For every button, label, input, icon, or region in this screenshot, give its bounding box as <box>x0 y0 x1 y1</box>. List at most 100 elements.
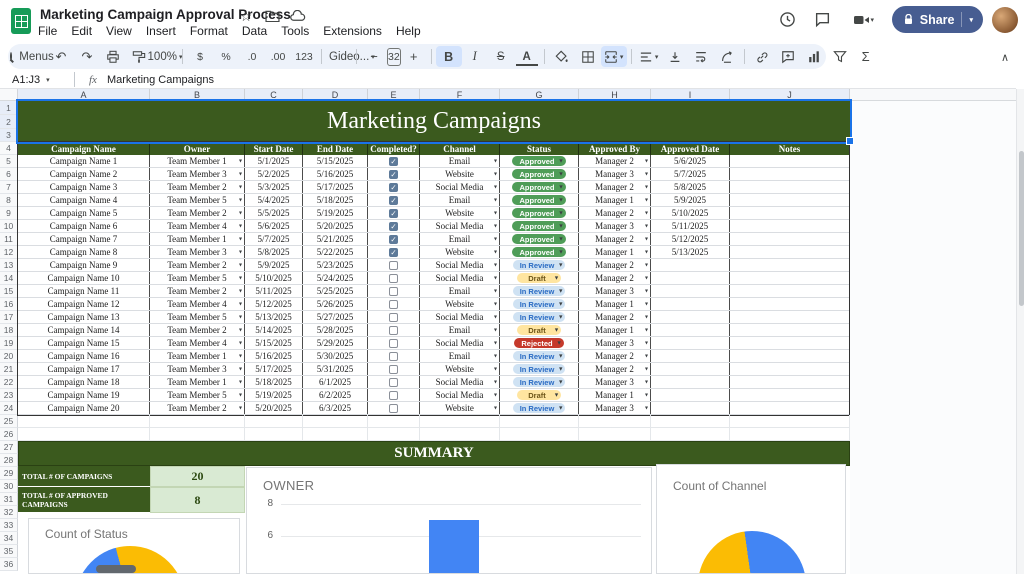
approved-date-cell[interactable]: 5/9/2025 <box>651 194 730 206</box>
menu-help[interactable]: Help <box>389 23 428 39</box>
completed-checkbox-cell[interactable]: ✓ <box>368 181 420 193</box>
total-campaigns-value-cell[interactable]: 20 <box>150 466 245 487</box>
start-date-cell[interactable]: 5/7/2025 <box>245 233 303 245</box>
status-chip[interactable]: Draft ▾ <box>517 325 561 335</box>
campaign-name-cell[interactable]: Campaign Name 7 <box>18 233 150 245</box>
start-date-cell[interactable]: 5/15/2025 <box>245 337 303 349</box>
owner-bar-chart-panel[interactable]: OWNER 8 6 <box>246 467 652 574</box>
menu-data[interactable]: Data <box>235 23 274 39</box>
vertical-scrollbar-thumb[interactable] <box>1018 151 1024 306</box>
completed-checkbox-cell[interactable]: ✓ <box>368 207 420 219</box>
empty-row[interactable] <box>18 428 850 441</box>
notes-cell[interactable] <box>730 285 850 297</box>
star-icon[interactable]: ☆ <box>238 8 254 24</box>
approved-by-dropdown-cell[interactable]: Manager 1 ▾ <box>579 324 651 336</box>
channel-dropdown-cell[interactable]: Email ▾ <box>420 155 500 167</box>
owner-dropdown-cell[interactable]: Team Member 2 ▾ <box>150 324 245 336</box>
channel-dropdown-cell[interactable]: Email ▾ <box>420 194 500 206</box>
approved-by-dropdown-cell[interactable]: Manager 2 ▾ <box>579 233 651 245</box>
hide-menus-button[interactable]: ∧ <box>994 46 1016 68</box>
channel-dropdown-cell[interactable]: Social Media ▾ <box>420 220 500 232</box>
start-date-cell[interactable]: 5/5/2025 <box>245 207 303 219</box>
completed-checkbox-cell[interactable] <box>368 363 420 375</box>
insert-comment-button[interactable] <box>775 46 801 67</box>
owner-dropdown-cell[interactable]: Team Member 1 ▾ <box>150 233 245 245</box>
owner-dropdown-cell[interactable]: Team Member 1 ▾ <box>150 350 245 362</box>
owner-dropdown-cell[interactable]: Team Member 1 ▾ <box>150 155 245 167</box>
start-date-cell[interactable]: 5/12/2025 <box>245 298 303 310</box>
campaign-name-cell[interactable]: Campaign Name 8 <box>18 246 150 258</box>
completed-checkbox[interactable]: ✓ <box>389 182 398 192</box>
row-header-10[interactable]: 10 <box>0 220 18 233</box>
completed-checkbox[interactable] <box>389 299 398 309</box>
notes-cell[interactable] <box>730 259 850 271</box>
status-chip[interactable]: Rejected ▾ <box>514 338 564 348</box>
approved-date-cell[interactable] <box>651 259 730 271</box>
column-header-D[interactable]: D <box>303 89 368 101</box>
status-chip-cell[interactable]: Draft ▾ <box>500 389 579 401</box>
start-date-cell[interactable]: 5/8/2025 <box>245 246 303 258</box>
text-rotation-button[interactable] <box>714 46 740 67</box>
meet-presentation-button[interactable]: ▾ <box>845 7 883 33</box>
owner-dropdown-cell[interactable]: Team Member 3 ▾ <box>150 363 245 375</box>
channel-dropdown-cell[interactable]: Social Media ▾ <box>420 311 500 323</box>
row-header-1[interactable]: 1 <box>0 101 18 115</box>
status-chip-cell[interactable]: In Review ▾ <box>500 285 579 297</box>
campaign-name-cell[interactable]: Campaign Name 15 <box>18 337 150 349</box>
strikethrough-button[interactable]: S <box>488 46 514 67</box>
row-header-20[interactable]: 20 <box>0 350 18 363</box>
text-color-button[interactable]: A <box>514 46 540 67</box>
completed-checkbox[interactable]: ✓ <box>389 234 398 244</box>
fill-color-button[interactable] <box>549 46 575 67</box>
row-header-7[interactable]: 7 <box>0 181 18 194</box>
decrease-decimal-button[interactable]: .0 <box>239 46 265 67</box>
row-header-33[interactable]: 33 <box>0 519 18 532</box>
row-header-36[interactable]: 36 <box>0 558 18 571</box>
more-formats-button[interactable]: 123 <box>291 46 317 67</box>
status-chip[interactable]: Approved ▾ <box>512 247 566 257</box>
redo-button[interactable]: ↷ <box>74 46 100 67</box>
owner-dropdown-cell[interactable]: Team Member 3 ▾ <box>150 246 245 258</box>
row-header-13[interactable]: 13 <box>0 259 18 272</box>
column-header-A[interactable]: A <box>18 89 150 101</box>
completed-checkbox[interactable] <box>389 312 398 322</box>
approved-date-cell[interactable] <box>651 350 730 362</box>
column-header-I[interactable]: I <box>651 89 730 101</box>
menu-view[interactable]: View <box>99 23 139 39</box>
approved-by-dropdown-cell[interactable]: Manager 2 ▾ <box>579 207 651 219</box>
row-header-16[interactable]: 16 <box>0 298 18 311</box>
account-avatar[interactable] <box>992 6 1018 33</box>
end-date-cell[interactable]: 6/3/2025 <box>303 402 368 414</box>
menu-edit[interactable]: Edit <box>64 23 99 39</box>
approved-by-dropdown-cell[interactable]: Manager 1 ▾ <box>579 194 651 206</box>
notes-cell[interactable] <box>730 155 850 167</box>
row-header-9[interactable]: 9 <box>0 207 18 220</box>
campaign-name-cell[interactable]: Campaign Name 19 <box>18 389 150 401</box>
row-header-23[interactable]: 23 <box>0 389 18 402</box>
start-date-cell[interactable]: 5/18/2025 <box>245 376 303 388</box>
end-date-cell[interactable]: 5/16/2025 <box>303 168 368 180</box>
notes-cell[interactable] <box>730 298 850 310</box>
status-chip-cell[interactable]: In Review ▾ <box>500 376 579 388</box>
status-chip-cell[interactable]: In Review ▾ <box>500 259 579 271</box>
notes-cell[interactable] <box>730 363 850 375</box>
completed-checkbox[interactable] <box>389 338 398 348</box>
start-date-cell[interactable]: 5/6/2025 <box>245 220 303 232</box>
row-header-35[interactable]: 35 <box>0 545 18 558</box>
table-header-owner[interactable]: Owner <box>150 142 245 155</box>
completed-checkbox-cell[interactable]: ✓ <box>368 233 420 245</box>
bold-button[interactable]: B <box>435 46 462 67</box>
approved-date-cell[interactable] <box>651 389 730 401</box>
table-header-campaign-name[interactable]: Campaign Name <box>18 142 150 155</box>
decrease-font-size-button[interactable]: − <box>361 46 387 67</box>
status-chip[interactable]: Approved ▾ <box>512 208 566 218</box>
end-date-cell[interactable]: 5/20/2025 <box>303 220 368 232</box>
approved-by-dropdown-cell[interactable]: Manager 1 ▾ <box>579 298 651 310</box>
start-date-cell[interactable]: 5/13/2025 <box>245 311 303 323</box>
channel-dropdown-cell[interactable]: Social Media ▾ <box>420 181 500 193</box>
status-chip-cell[interactable]: In Review ▾ <box>500 350 579 362</box>
campaign-name-cell[interactable]: Campaign Name 4 <box>18 194 150 206</box>
approved-date-cell[interactable] <box>651 337 730 349</box>
start-date-cell[interactable]: 5/19/2025 <box>245 389 303 401</box>
completed-checkbox[interactable] <box>389 260 398 270</box>
